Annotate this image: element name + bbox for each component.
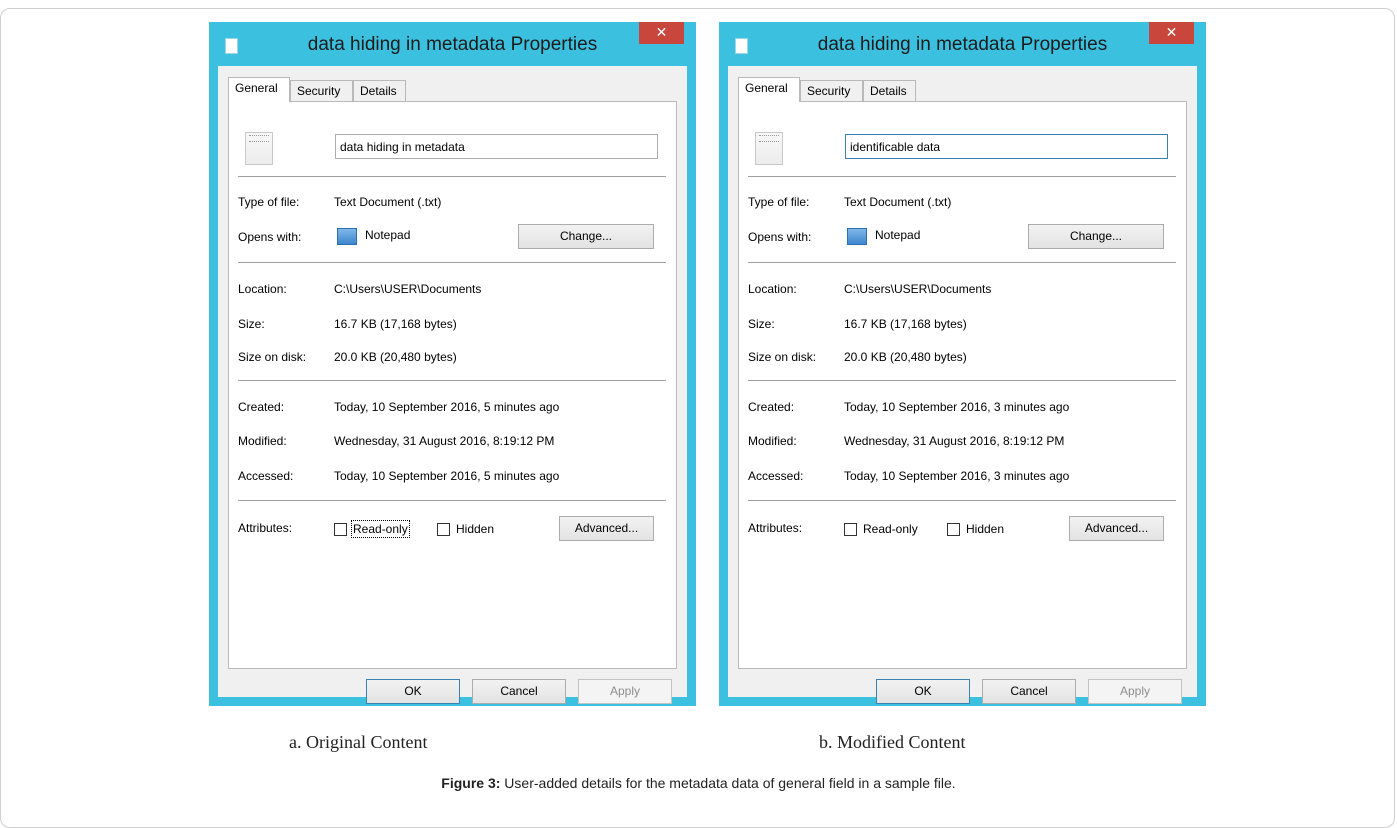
created-label: Created: — [748, 400, 795, 414]
modified-label: Modified: — [238, 434, 287, 448]
location-label: Location: — [748, 282, 797, 296]
hidden-label: Hidden — [456, 522, 495, 536]
tab-general[interactable]: General — [738, 77, 800, 102]
type-of-file-value: Text Document (.txt) — [334, 195, 442, 209]
dialog-client: General Security Details Type of file: T… — [728, 66, 1197, 704]
accessed-label: Accessed: — [238, 469, 294, 483]
apply-button[interactable]: Apply — [1088, 679, 1182, 704]
window-title: data hiding in metadata Properties — [817, 34, 1108, 55]
change-button[interactable]: Change... — [1028, 224, 1164, 249]
checkbox-box[interactable] — [437, 523, 450, 536]
location-value: C:\Users\USER\Documents — [844, 282, 992, 296]
attributes-label: Attributes: — [238, 521, 293, 535]
opens-with-label: Opens with: — [238, 230, 302, 244]
text-file-icon — [245, 132, 273, 165]
type-of-file-label: Type of file: — [238, 195, 300, 209]
figure-text: User-added details for the metadata data… — [500, 775, 956, 791]
location-value: C:\Users\USER\Documents — [334, 282, 482, 296]
subcaption-a: a. Original Content — [289, 732, 428, 752]
properties-dialog-modified: data hiding in metadata Properties ✕ Gen… — [719, 22, 1206, 706]
created-value: Today, 10 September 2016, 5 minutes ago — [334, 400, 560, 414]
general-panel: Type of file: Text Document (.txt) Opens… — [738, 101, 1187, 669]
size-value: 16.7 KB (17,168 bytes) — [334, 317, 457, 331]
accessed-value: Today, 10 September 2016, 5 minutes ago — [334, 469, 560, 483]
size-on-disk-label: Size on disk: — [238, 350, 307, 364]
checkbox-box[interactable] — [947, 523, 960, 536]
tab-security[interactable]: Security — [290, 80, 353, 101]
divider — [748, 500, 1176, 501]
text-file-icon — [755, 132, 783, 165]
location-label: Location: — [238, 282, 287, 296]
accessed-label: Accessed: — [748, 469, 804, 483]
dialog-client: General Security Details Type of file: T… — [218, 66, 687, 704]
checkbox-box[interactable] — [334, 523, 347, 536]
divider — [748, 380, 1176, 381]
size-on-disk-label: Size on disk: — [748, 350, 817, 364]
subcaption-b: b. Modified Content — [819, 732, 966, 752]
file-name-input[interactable] — [845, 134, 1168, 159]
file-name-input[interactable] — [335, 134, 658, 159]
notepad-icon — [847, 228, 867, 245]
divider — [748, 176, 1176, 177]
created-value: Today, 10 September 2016, 3 minutes ago — [844, 400, 1070, 414]
cancel-button[interactable]: Cancel — [472, 679, 566, 704]
opens-with-value: Notepad — [875, 228, 921, 242]
size-label: Size: — [238, 317, 265, 331]
tab-general[interactable]: General — [228, 77, 290, 102]
figure-label: Figure 3: — [441, 775, 501, 791]
modified-value: Wednesday, 31 August 2016, 8:19:12 PM — [334, 434, 555, 448]
divider — [748, 262, 1176, 263]
divider — [238, 380, 666, 381]
created-label: Created: — [238, 400, 285, 414]
checkbox-box[interactable] — [844, 523, 857, 536]
modified-value: Wednesday, 31 August 2016, 8:19:12 PM — [844, 434, 1065, 448]
type-of-file-value: Text Document (.txt) — [844, 195, 952, 209]
divider — [238, 262, 666, 263]
size-label: Size: — [748, 317, 775, 331]
opens-with-value: Notepad — [365, 228, 411, 242]
readonly-label: Read-only — [351, 520, 410, 538]
close-button[interactable]: ✕ — [639, 22, 684, 44]
advanced-button[interactable]: Advanced... — [559, 516, 654, 541]
change-button[interactable]: Change... — [518, 224, 654, 249]
window-title: data hiding in metadata Properties — [307, 34, 598, 55]
apply-button[interactable]: Apply — [578, 679, 672, 704]
advanced-button[interactable]: Advanced... — [1069, 516, 1164, 541]
hidden-checkbox[interactable]: Hidden — [437, 522, 527, 539]
title-bar[interactable]: data hiding in metadata Properties ✕ — [209, 22, 696, 66]
divider — [238, 500, 666, 501]
modified-label: Modified: — [748, 434, 797, 448]
tab-details[interactable]: Details — [863, 80, 916, 101]
figure-caption: Figure 3: User-added details for the met… — [0, 775, 1397, 791]
size-on-disk-value: 20.0 KB (20,480 bytes) — [844, 350, 967, 364]
hidden-checkbox[interactable]: Hidden — [947, 522, 1037, 539]
properties-dialog-original: data hiding in metadata Properties ✕ Gen… — [209, 22, 696, 706]
type-of-file-label: Type of file: — [748, 195, 810, 209]
close-button[interactable]: ✕ — [1149, 22, 1194, 44]
notepad-icon — [337, 228, 357, 245]
title-bar[interactable]: data hiding in metadata Properties ✕ — [719, 22, 1206, 66]
tab-details[interactable]: Details — [353, 80, 406, 101]
tab-security[interactable]: Security — [800, 80, 863, 101]
ok-button[interactable]: OK — [366, 679, 460, 704]
attributes-label: Attributes: — [748, 521, 803, 535]
readonly-label: Read-only — [863, 522, 918, 536]
size-value: 16.7 KB (17,168 bytes) — [844, 317, 967, 331]
size-on-disk-value: 20.0 KB (20,480 bytes) — [334, 350, 457, 364]
accessed-value: Today, 10 September 2016, 3 minutes ago — [844, 469, 1070, 483]
opens-with-label: Opens with: — [748, 230, 812, 244]
hidden-label: Hidden — [966, 522, 1005, 536]
divider — [238, 176, 666, 177]
cancel-button[interactable]: Cancel — [982, 679, 1076, 704]
ok-button[interactable]: OK — [876, 679, 970, 704]
general-panel: Type of file: Text Document (.txt) Opens… — [228, 101, 677, 669]
